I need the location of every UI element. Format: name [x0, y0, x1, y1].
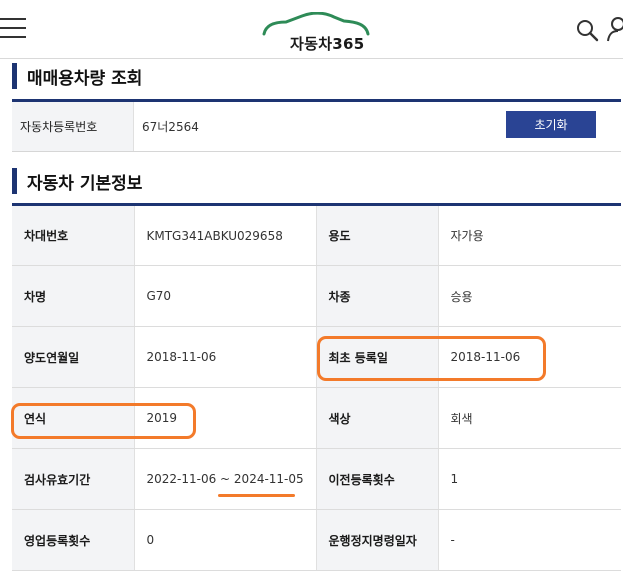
vin-value: KMTG341ABKU029658: [134, 204, 317, 266]
table-row: 검사유효기간 2022-11-06 ~ 2024-11-05 이전등록횟수 1: [12, 448, 621, 510]
vehicle-type-label: 차종: [316, 265, 439, 327]
registration-number-label: 자동차등록번호: [12, 102, 134, 151]
transfer-count-label: 이전등록횟수: [316, 448, 439, 510]
search-section-title: 매매용차량 조회: [27, 68, 143, 89]
vin-label: 차대번호: [12, 204, 135, 266]
section-bar: [12, 168, 17, 194]
inspection-period-value: 2022-11-06 ~ 2024-11-05: [134, 448, 317, 510]
model-year-value: 2019: [134, 387, 317, 449]
search-section-header: 매매용차량 조회: [12, 62, 142, 90]
color-label: 색상: [316, 387, 439, 449]
hamburger-menu-icon[interactable]: [0, 18, 28, 40]
suspension-order-date-value: -: [438, 509, 621, 571]
registration-number-value[interactable]: 67너2564: [142, 102, 199, 151]
info-section-title: 자동차 기본정보: [27, 173, 143, 194]
table-row: 양도연월일 2018-11-06 최초 등록일 2018-11-06: [12, 326, 621, 388]
reset-button[interactable]: 초기화: [506, 111, 596, 138]
usage-label: 용도: [316, 204, 439, 266]
transfer-date-label: 양도연월일: [12, 326, 135, 388]
table-row: 영업등록횟수 0 운행정지명령일자 -: [12, 509, 621, 571]
search-icon[interactable]: [575, 18, 599, 42]
vehicle-search-row: 자동차등록번호 67너2564 초기화: [12, 99, 621, 152]
user-icon[interactable]: [607, 16, 623, 42]
usage-value: 자가용: [438, 204, 621, 266]
logo[interactable]: 자동차365: [262, 12, 372, 54]
model-year-label: 연식: [12, 387, 135, 449]
transfer-date-value: 2018-11-06: [134, 326, 317, 388]
business-registration-count-label: 영업등록횟수: [12, 509, 135, 571]
suspension-order-date-label: 운행정지명령일자: [316, 509, 439, 571]
table-row: 차대번호 KMTG341ABKU029658 용도 자가용: [12, 204, 621, 266]
vehicle-type-value: 승용: [438, 265, 621, 327]
section-bar: [12, 63, 17, 89]
info-section-header: 자동차 기본정보: [12, 167, 142, 195]
model-value: G70: [134, 265, 317, 327]
model-label: 차명: [12, 265, 135, 327]
first-registration-value: 2018-11-06: [438, 326, 621, 388]
color-value: 회색: [438, 387, 621, 449]
vehicle-info-table: 차대번호 KMTG341ABKU029658 용도 자가용 차명 G70 차종 …: [12, 203, 621, 571]
inspection-period-label: 검사유효기간: [12, 448, 135, 510]
business-registration-count-value: 0: [134, 509, 317, 571]
logo-text: 자동차365: [290, 35, 365, 53]
first-registration-label: 최초 등록일: [316, 326, 439, 388]
transfer-count-value: 1: [438, 448, 621, 510]
table-row: 연식 2019 색상 회색: [12, 387, 621, 449]
top-bar: 자동차365: [0, 0, 623, 59]
table-row: 차명 G70 차종 승용: [12, 265, 621, 327]
